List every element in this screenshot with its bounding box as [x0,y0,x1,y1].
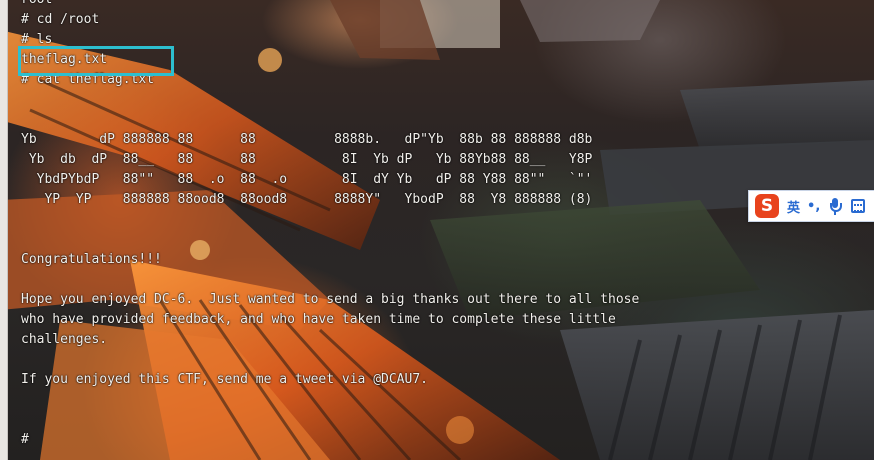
ascii-banner-line: YbdPYbdP 88"" 88 .o 88 .o 8I dY Yb dP 88… [21,172,593,187]
microphone-icon[interactable] [827,197,843,215]
flag-highlight-box [18,46,174,76]
window-edge [0,0,8,460]
ime-logo-icon[interactable]: S [755,194,779,218]
terminal-line: # cd /root [21,12,100,27]
ascii-banner-line: Yb db dP 88__ 88 88 8I Yb dP Yb 88Yb88 8… [21,152,593,167]
ascii-banner-line: YP YP 888888 88ood8 88ood8 8888Y" YbodP … [21,192,593,207]
terminal-line: root [21,0,874,10]
message-text: who have provided feedback, and who have… [21,312,616,327]
congratulations-text: Congratulations!!! [21,252,162,267]
shell-prompt[interactable]: # [21,430,874,450]
keyboard-icon[interactable] [851,199,866,213]
ime-toolbar[interactable]: S 英 •, [748,190,874,222]
ime-language-toggle[interactable]: 英 [787,197,800,216]
ime-punctuation-toggle[interactable]: •, [807,199,820,214]
message-text: If you enjoyed this CTF, send me a tweet… [21,372,428,387]
message-text: challenges. [21,332,108,347]
message-text: Hope you enjoyed DC-6. Just wanted to se… [21,292,640,307]
ascii-banner-line: Yb dP 888888 88 88 8888b. dP"Yb 88b 88 8… [21,132,593,147]
